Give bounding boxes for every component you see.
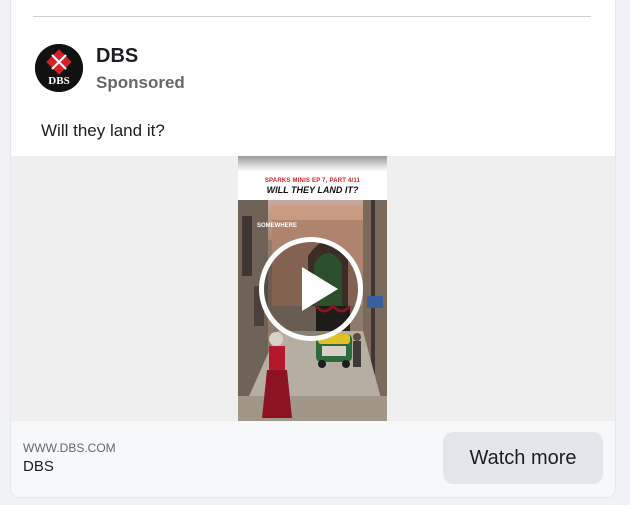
link-footer[interactable]: WWW.DBS.COM DBS Watch more [11,421,615,497]
watch-more-button[interactable]: Watch more [443,432,603,484]
link-domain: WWW.DBS.COM [23,441,116,455]
top-divider [33,16,591,17]
video-location-label: SOMEWHERE [257,223,298,229]
sponsored-label[interactable]: Sponsored [96,73,185,93]
link-title: DBS [23,458,54,475]
play-icon [302,267,338,311]
post-text: Will they land it? [41,121,165,140]
advertiser-avatar[interactable]: DBS [35,44,83,92]
ad-post-card: DBS DBS Sponsored Will they land it? SPA… [10,0,616,498]
dbs-logo-icon: DBS [35,44,83,92]
video-headline: WILL THEY LAND IT? [266,185,359,195]
play-button[interactable] [259,237,363,341]
video-media-area[interactable]: SPARKS MINIS EP 7, PART 4/11 WILL THEY L… [11,156,615,421]
video-series-label: SPARKS MINIS EP 7, PART 4/11 [264,178,361,184]
advertiser-name[interactable]: DBS [96,45,138,68]
logo-text: DBS [48,75,69,87]
